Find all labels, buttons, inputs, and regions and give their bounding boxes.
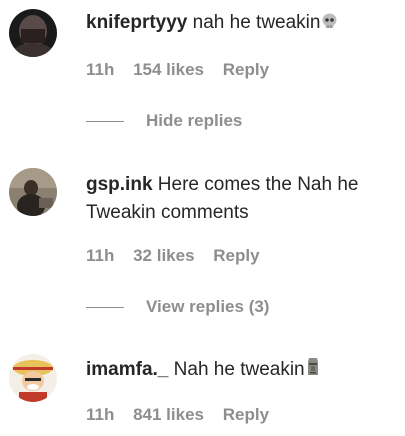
comment-body: Nah he tweakin: [173, 359, 305, 380]
timestamp: 11h: [86, 405, 115, 424]
reply-button[interactable]: Reply: [223, 405, 269, 424]
username[interactable]: imamfa._: [86, 359, 168, 380]
comment-text: imamfa._ Nah he tweakin: [86, 356, 320, 386]
replies-toggle-label: View replies (3): [146, 297, 270, 316]
replies-toggle-label: Hide replies: [146, 111, 243, 130]
username[interactable]: gsp.ink: [86, 174, 153, 195]
comment-meta: 11h 154 likes Reply: [86, 60, 283, 80]
avatar[interactable]: [9, 354, 57, 402]
comment-text-continued: Tweakin comments: [86, 199, 249, 227]
divider-line: [86, 120, 124, 122]
comment-meta: 11h 841 likes Reply: [86, 405, 283, 425]
comment-text: gsp.ink Here comes the Nah he: [86, 171, 358, 199]
reply-button[interactable]: Reply: [213, 246, 259, 265]
reply-button[interactable]: Reply: [223, 60, 269, 79]
timestamp: 11h: [86, 246, 115, 265]
comment-body: nah he tweakin: [192, 12, 321, 33]
avatar[interactable]: [9, 168, 57, 216]
view-replies-button[interactable]: View replies (3): [86, 297, 269, 317]
hide-replies-button[interactable]: Hide replies: [86, 111, 242, 131]
moai-emoji-icon: [306, 357, 320, 386]
likes-count[interactable]: 32 likes: [133, 246, 194, 265]
likes-count[interactable]: 154 likes: [133, 60, 204, 79]
avatar[interactable]: [9, 9, 57, 57]
likes-count[interactable]: 841 likes: [133, 405, 204, 424]
comment-body-line2: Tweakin comments: [86, 202, 249, 223]
username[interactable]: knifeprtyyy: [86, 12, 187, 33]
comment-body-line1: Here comes the Nah he: [157, 174, 359, 195]
comment-meta: 11h 32 likes Reply: [86, 246, 274, 266]
divider-line: [86, 306, 124, 308]
timestamp: 11h: [86, 60, 115, 79]
skull-emoji-icon: [321, 11, 338, 39]
comment-text: knifeprtyyy nah he tweakin: [86, 9, 338, 39]
